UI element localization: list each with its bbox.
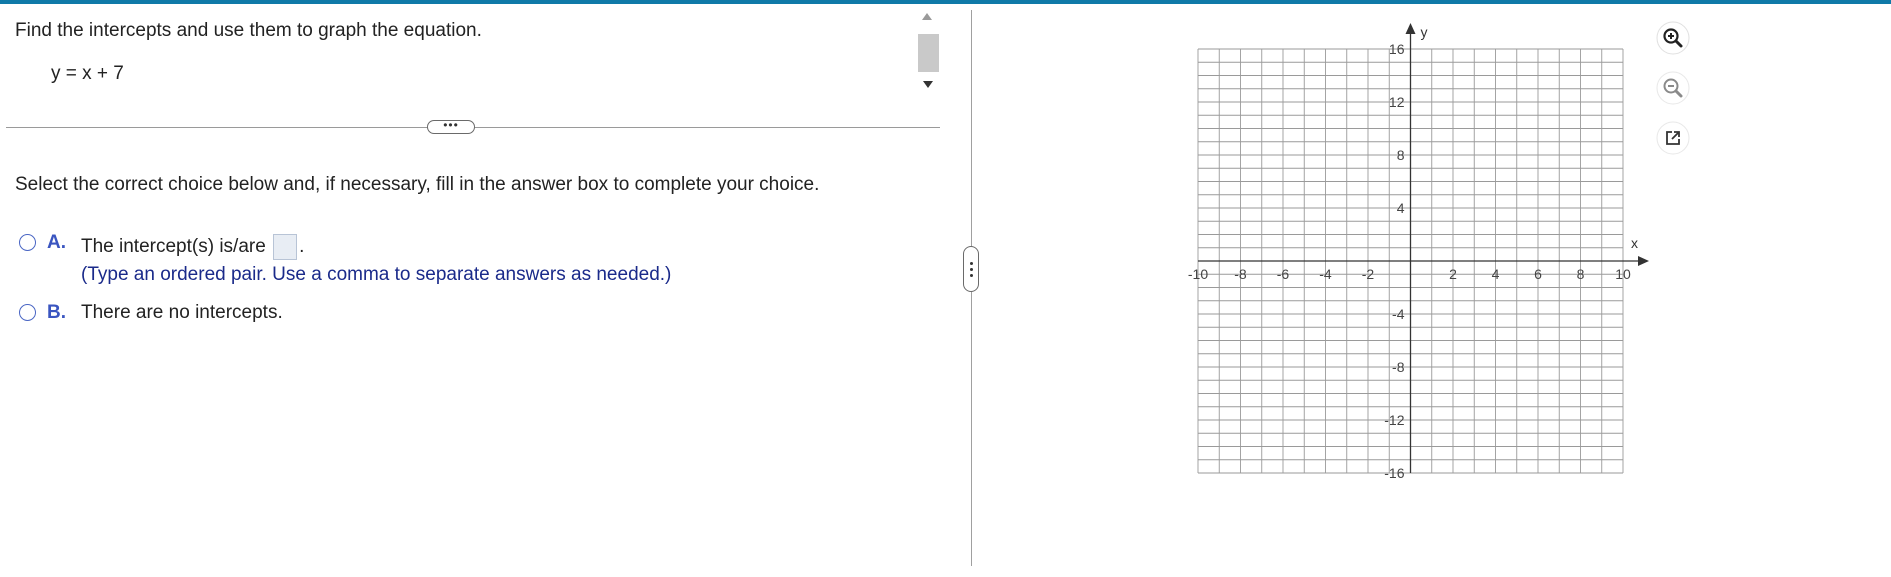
choice-a-radio[interactable] [19, 234, 36, 251]
zoom-in-button[interactable] [1656, 21, 1690, 55]
question-prompt: Find the intercepts and use them to grap… [15, 20, 482, 41]
popout-icon [1656, 121, 1690, 155]
y-axis-arrow-icon [1405, 23, 1416, 34]
x-tick-label: -4 [1319, 266, 1332, 282]
y-tick-label: -4 [1392, 306, 1405, 322]
choice-a-hint: (Type an ordered pair. Use a comma to se… [81, 264, 672, 285]
zoom-out-button[interactable] [1656, 71, 1690, 105]
scroll-down-arrow-icon[interactable] [923, 81, 933, 88]
y-tick-label: -16 [1384, 465, 1404, 481]
choice-b-text: There are no intercepts. [81, 302, 283, 323]
y-tick-label: 12 [1389, 94, 1405, 110]
y-tick-label: 8 [1397, 147, 1405, 163]
y-tick-label: -12 [1384, 412, 1404, 428]
choice-b-radio[interactable] [19, 304, 36, 321]
x-tick-label: -2 [1362, 266, 1375, 282]
choice-a-letter: A. [47, 232, 66, 253]
coordinate-graph[interactable]: x y -10 -8 -6 -4 -2 2 4 6 8 10 16 12 8 4 -4 -8 -12 -16 [1180, 20, 1650, 490]
popout-button[interactable] [1656, 121, 1690, 155]
x-axis-arrow-icon [1638, 256, 1649, 266]
choice-a-label: The intercept(s) is/are [81, 236, 266, 258]
intercept-answer-box[interactable] [273, 234, 298, 260]
x-tick-label: 4 [1492, 266, 1500, 282]
x-tick-label: 10 [1615, 266, 1631, 282]
choice-b-letter: B. [47, 302, 66, 323]
x-tick-label: -10 [1188, 266, 1208, 282]
y-tick-label: -8 [1392, 359, 1405, 375]
answer-instruction: Select the correct choice below and, if … [15, 174, 820, 195]
expand-question-button[interactable]: ••• [427, 119, 475, 134]
y-axis-label: y [1421, 24, 1428, 40]
x-tick-label: -6 [1277, 266, 1290, 282]
scroll-up-arrow-icon[interactable] [922, 13, 932, 20]
zoom-out-icon [1656, 71, 1690, 105]
panel-resize-handle[interactable] [963, 246, 979, 292]
choice-a-text: The intercept(s) is/are . [81, 234, 304, 260]
y-tick-label: 4 [1397, 200, 1405, 216]
top-accent-bar [0, 0, 1891, 4]
choice-a-period: . [299, 236, 305, 258]
zoom-in-icon [1656, 21, 1690, 55]
x-axis-label: x [1631, 235, 1638, 251]
x-tick-label: 8 [1577, 266, 1585, 282]
equation: y = x + 7 [51, 63, 124, 84]
scrollbar-thumb[interactable] [918, 34, 939, 72]
x-tick-label: -8 [1234, 266, 1247, 282]
x-tick-label: 6 [1534, 266, 1542, 282]
y-tick-label: 16 [1389, 41, 1405, 57]
x-tick-label: 2 [1449, 266, 1457, 282]
